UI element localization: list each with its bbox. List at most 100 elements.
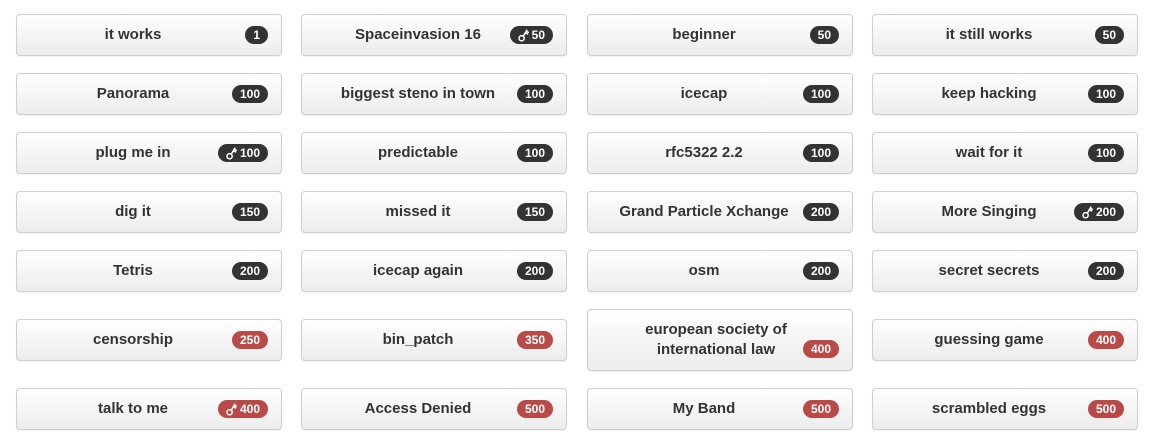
challenge-button[interactable]: Panorama 100: [16, 73, 282, 115]
points-badge: 100: [217, 144, 268, 162]
challenge-title: Tetris: [113, 262, 153, 279]
points-value: 200: [810, 205, 831, 219]
challenge-button[interactable]: More Singing 200: [872, 191, 1138, 233]
key-icon: [226, 402, 238, 416]
points-badge: 100: [802, 85, 839, 103]
points-value: 100: [1095, 146, 1116, 160]
challenge-button[interactable]: talk to me 400: [16, 388, 282, 430]
points-value: 1: [253, 28, 260, 42]
points-value: 100: [1095, 87, 1116, 101]
points-value: 150: [524, 205, 545, 219]
challenge-title: guessing game: [934, 331, 1044, 348]
points-badge: 100: [1087, 144, 1124, 162]
challenge-title: bin_patch: [382, 331, 454, 348]
challenge-button[interactable]: osm 200: [587, 250, 853, 292]
points-badge: 350: [516, 331, 553, 349]
challenge-title: it still works: [945, 26, 1033, 43]
points-value: 200: [239, 264, 260, 278]
challenge-button[interactable]: keep hacking 100: [872, 73, 1138, 115]
challenge-button[interactable]: secret secrets 200: [872, 250, 1138, 292]
challenge-title: wait for it: [955, 144, 1023, 161]
points-badge: 150: [231, 203, 268, 221]
points-value: 50: [1102, 28, 1116, 42]
challenge-title: scrambled eggs: [931, 400, 1047, 417]
points-badge: 50: [509, 26, 553, 44]
challenge-button[interactable]: Access Denied 500: [301, 388, 567, 430]
points-value: 200: [524, 264, 545, 278]
challenge-title: Panorama: [96, 85, 170, 102]
points-badge: 100: [1087, 85, 1124, 103]
points-badge: 50: [1094, 26, 1124, 44]
challenge-title: keep hacking: [941, 85, 1037, 102]
points-value: 100: [810, 87, 831, 101]
challenge-title: talk to me: [97, 400, 169, 417]
challenge-title: dig it: [115, 203, 151, 220]
challenge-title: predictable: [377, 144, 459, 161]
points-badge: 100: [231, 85, 268, 103]
points-value: 150: [239, 205, 260, 219]
challenge-title: More Singing: [941, 203, 1037, 220]
key-icon: [1082, 205, 1094, 219]
challenge-button[interactable]: dig it 150: [16, 191, 282, 233]
challenge-title: missed it: [385, 203, 451, 220]
challenge-title: rfc5322 2.2: [665, 144, 743, 161]
challenge-button[interactable]: european society of international law 400: [587, 309, 853, 371]
points-value: 400: [810, 342, 831, 356]
points-value: 100: [239, 146, 260, 160]
challenge-title: Grand Particle Xchange: [619, 203, 789, 220]
points-badge: 50: [809, 26, 839, 44]
challenge-title: secret secrets: [938, 262, 1040, 279]
challenge-button[interactable]: biggest steno in town 100: [301, 73, 567, 115]
points-badge: 150: [516, 203, 553, 221]
key-icon: [517, 28, 530, 42]
points-value: 200: [1095, 264, 1116, 278]
challenge-button[interactable]: Grand Particle Xchange 200: [587, 191, 853, 233]
key-icon: [226, 146, 238, 160]
challenge-title: plug me in: [95, 144, 171, 161]
challenge-title: My Band: [672, 400, 736, 417]
points-badge: 100: [802, 144, 839, 162]
points-value: 500: [524, 402, 545, 416]
points-badge: 1: [245, 26, 268, 44]
challenge-button[interactable]: Tetris 200: [16, 250, 282, 292]
points-value: 200: [810, 264, 831, 278]
points-badge: 100: [516, 144, 553, 162]
challenge-button[interactable]: scrambled eggs 500: [872, 388, 1138, 430]
points-value: 100: [239, 87, 260, 101]
challenge-button[interactable]: it still works 50: [872, 14, 1138, 56]
challenge-button[interactable]: My Band 500: [587, 388, 853, 430]
challenge-button[interactable]: icecap 100: [587, 73, 853, 115]
challenge-title: censorship: [92, 331, 174, 348]
challenge-button[interactable]: it works 1: [16, 14, 282, 56]
challenge-button[interactable]: rfc5322 2.2 100: [587, 132, 853, 174]
points-badge: 200: [802, 203, 839, 221]
points-value: 100: [524, 87, 545, 101]
challenge-button[interactable]: bin_patch 350: [301, 319, 567, 361]
points-value: 100: [810, 146, 831, 160]
challenge-button[interactable]: predictable 100: [301, 132, 567, 174]
points-badge: 400: [217, 400, 268, 418]
challenge-button[interactable]: missed it 150: [301, 191, 567, 233]
points-value: 500: [1095, 402, 1116, 416]
points-badge: 200: [231, 262, 268, 280]
challenge-title: icecap again: [372, 262, 464, 279]
points-badge: 200: [516, 262, 553, 280]
points-badge: 500: [1087, 400, 1124, 418]
points-badge: 500: [802, 400, 839, 418]
points-badge: 200: [1073, 203, 1124, 221]
challenge-title: icecap: [680, 85, 728, 102]
challenge-title: biggest steno in town: [340, 85, 496, 102]
challenge-button[interactable]: icecap again 200: [301, 250, 567, 292]
challenge-button[interactable]: Spaceinvasion 16 50: [301, 14, 567, 56]
challenge-button[interactable]: beginner 50: [587, 14, 853, 56]
points-value: 50: [531, 28, 545, 42]
points-value: 400: [1095, 333, 1116, 347]
challenge-button[interactable]: censorship 250: [16, 319, 282, 361]
points-value: 50: [817, 28, 831, 42]
challenge-button[interactable]: plug me in 100: [16, 132, 282, 174]
challenge-title: Spaceinvasion 16: [355, 26, 481, 43]
points-badge: 200: [802, 262, 839, 280]
challenge-button[interactable]: wait for it 100: [872, 132, 1138, 174]
challenge-title: beginner: [672, 26, 736, 43]
challenge-button[interactable]: guessing game 400: [872, 319, 1138, 361]
